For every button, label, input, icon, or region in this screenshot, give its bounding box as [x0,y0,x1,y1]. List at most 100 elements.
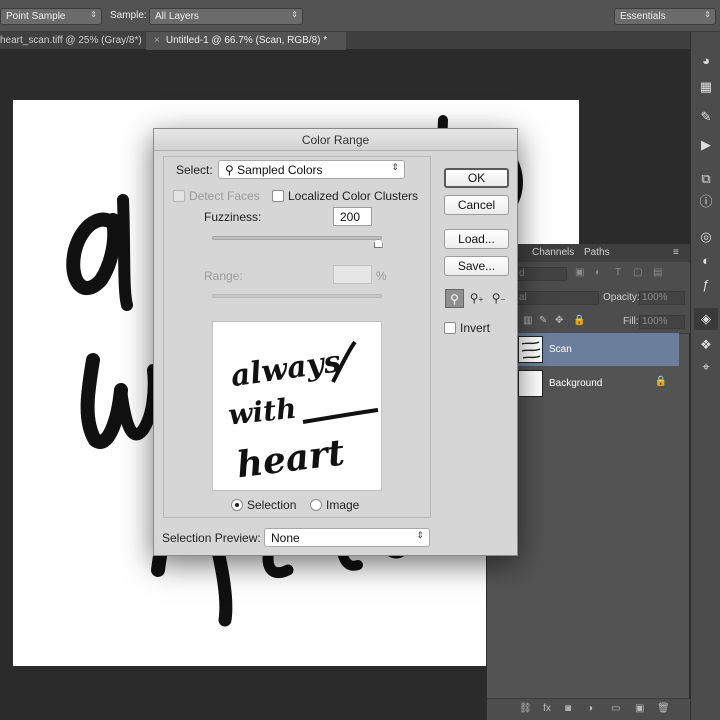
ok-button[interactable]: OK [444,168,509,188]
blend-mode-value: al [519,292,527,303]
styles-icon[interactable]: ƒ [699,278,713,292]
panel-toolbar: ◕ ▦ ✎ ▶ ⧉ ⓘ ◎ ◐ ƒ ◈ ❖ ⌖ [690,32,720,720]
filter-pixel-icon[interactable]: ▣ [575,267,584,278]
lock-move-icon[interactable]: ✥ [555,315,563,326]
select-label: Select: [176,163,213,177]
localized-label: Localized Color Clusters [288,189,419,203]
tab-channels[interactable]: Channels [532,247,574,258]
preview-text-line: always [229,344,343,394]
grid-icon[interactable]: ▦ [699,80,713,94]
filter-type-icon[interactable]: T [615,267,621,278]
fuzziness-slider[interactable] [212,236,382,240]
layer-row-scan[interactable]: Scan [517,333,679,366]
radio-image[interactable] [310,499,322,511]
fill-label: Fill: [623,316,639,327]
preview-text-line: heart [234,431,347,486]
close-icon[interactable]: × [154,35,160,46]
chevron-updown-icon: ⇕ [90,10,97,19]
select-value: Sampled Colors [237,163,323,177]
layer-name: Background [549,378,603,389]
eyedropper-icon[interactable]: ⚲ [445,289,464,308]
workspace-value: Essentials [620,11,666,22]
chevron-updown-icon: ⇕ [416,530,424,540]
channels-icon[interactable]: ❖ [699,338,713,352]
range-label: Range: [204,269,243,283]
adjustment-icon[interactable]: ◑ [587,703,593,714]
load-button[interactable]: Load... [444,229,509,249]
invert-label: Invert [460,321,491,335]
radio-selection-label: Selection [247,498,297,512]
fuzziness-label: Fuzziness: [204,210,262,224]
info-icon[interactable]: ⓘ [699,195,713,209]
filter-adjust-icon[interactable]: ◐ [595,267,601,278]
color-icon[interactable]: ◐ [699,254,713,268]
preview-text-line: with [227,392,298,432]
cancel-button[interactable]: Cancel [444,195,509,215]
layer-thumbnail [518,336,543,363]
chevron-updown-icon: ⇕ [704,10,711,19]
dialog-title: Color Range [154,129,517,151]
lock-all-icon[interactable]: 🔒 [573,315,585,326]
sample-size-value: Point Sample [6,11,66,22]
layer-filter-kind-value: d [519,268,525,279]
fuzziness-slider-knob[interactable] [373,239,383,248]
mask-icon[interactable]: ◙ [565,703,571,714]
select-popup[interactable]: ⚲ Sampled Colors ⇕ [218,160,405,179]
selection-preview-popup[interactable]: None ⇕ [264,528,430,547]
document-tabs: heart_scan.tiff @ 25% (Gray/8*) × Untitle… [0,32,690,50]
opacity-value: 100% [642,292,668,303]
tab-paths[interactable]: Paths [584,247,610,258]
fx-icon[interactable]: fx [543,703,551,714]
link-icon[interactable]: ⛓ [519,703,532,714]
fuzziness-field[interactable]: 200 [333,207,372,226]
color-range-dialog: Color Range Select: ⚲ Sampled Colors ⇕ D… [153,128,518,556]
adjust-icon[interactable]: ◎ [699,230,713,244]
dialog-options-group: Select: ⚲ Sampled Colors ⇕ Detect Faces … [163,156,431,518]
range-slider[interactable] [212,294,382,298]
chevron-updown-icon: ⇕ [291,10,298,19]
opacity-label: Opacity: [603,292,640,303]
filter-smart-icon[interactable]: ▤ [653,267,662,278]
invert-checkbox[interactable] [444,322,456,334]
range-unit: % [376,269,387,283]
radio-selection[interactable] [231,499,243,511]
doc-tab-heart-scan[interactable]: heart_scan.tiff @ 25% (Gray/8*) [0,32,144,50]
play-icon[interactable]: ▶ [699,138,713,152]
clone-source-icon[interactable]: ⧉ [699,172,713,186]
eyedropper-icon: ⚲ [225,163,234,177]
eyedropper-minus-icon[interactable]: ⚲− [489,289,508,308]
detect-faces-checkbox[interactable] [173,190,185,202]
trash-icon[interactable]: 🗑 [657,703,670,714]
lock-icon: 🔒 [654,376,667,387]
doc-tab-label: Untitled-1 @ 66.7% (Scan, RGB/8) * [165,35,328,46]
detect-faces-label: Detect Faces [189,189,260,203]
group-icon[interactable]: ▭ [611,703,620,714]
filter-shape-icon[interactable]: ▢ [633,267,642,278]
layer-name: Scan [549,344,572,355]
preview-lettering: always with heart [227,340,379,486]
sample-layers-value: All Layers [155,11,199,22]
save-button[interactable]: Save... [444,256,509,276]
localized-checkbox[interactable] [272,190,284,202]
layer-row-background[interactable]: Background 🔒 [517,367,679,400]
paths-icon[interactable]: ⌖ [699,360,713,374]
sample-size-select[interactable]: Point Sample ⇕ [0,8,102,25]
workspace-select[interactable]: Essentials ⇕ [614,8,716,25]
selection-preview-image: always with heart [212,321,382,491]
selection-preview-value: None [271,531,300,545]
sample-label: Sample: [110,10,147,21]
lock-brush-icon[interactable]: ✎ [539,315,547,326]
doc-tab-label: heart_scan.tiff @ 25% (Gray/8*) [0,35,142,46]
new-layer-icon[interactable]: ▣ [635,703,644,714]
sample-layers-select[interactable]: All Layers ⇕ [149,8,303,25]
range-field[interactable] [333,265,372,284]
eyedropper-plus-icon[interactable]: ⚲+ [467,289,486,308]
brush-icon[interactable]: ✎ [699,110,713,124]
lock-pixels-icon[interactable]: ▥ [523,315,532,326]
chevron-updown-icon: ⇕ [391,162,399,172]
swatches-icon[interactable]: ◕ [699,54,713,68]
doc-tab-untitled[interactable]: × Untitled-1 @ 66.7% (Scan, RGB/8) * [146,32,346,50]
panel-menu-icon[interactable]: ≡ [673,247,679,258]
layers-icon[interactable]: ◈ [694,308,718,330]
blend-mode-select[interactable] [517,291,599,305]
